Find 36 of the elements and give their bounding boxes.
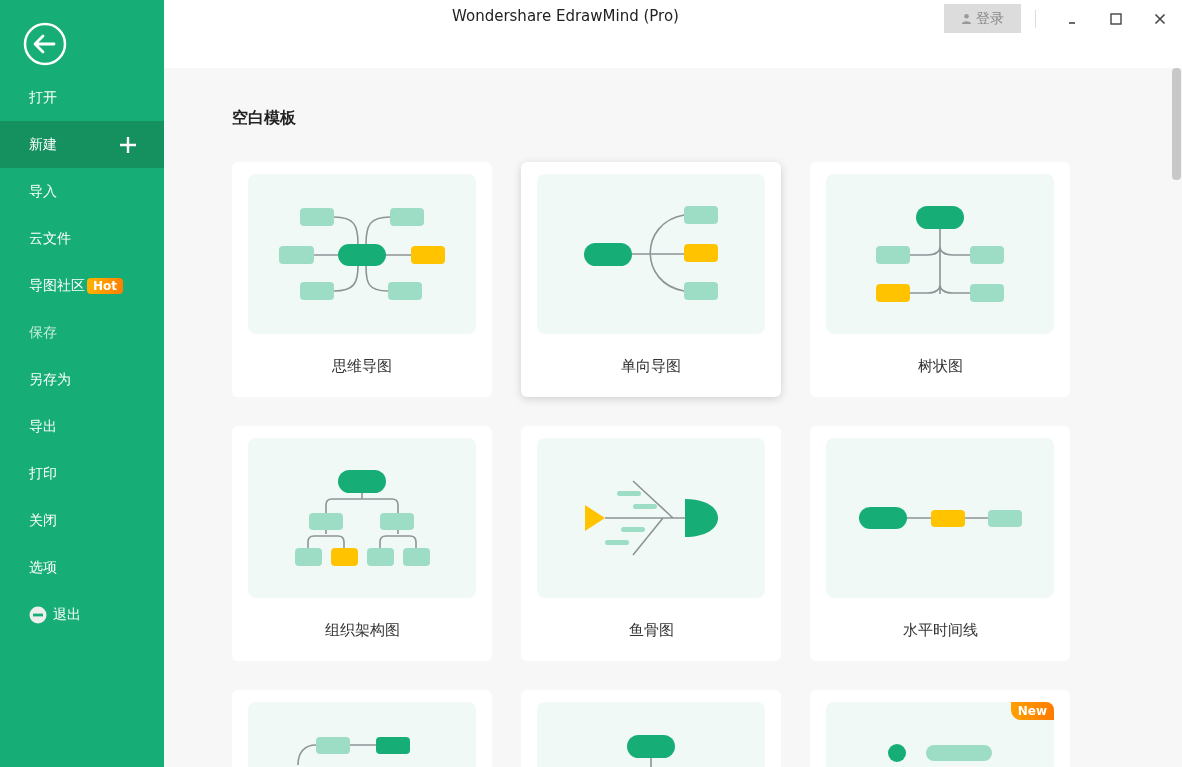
user-icon [961, 13, 972, 24]
plus-icon[interactable] [119, 135, 137, 154]
template-card[interactable]: New [810, 690, 1070, 767]
maximize-icon[interactable] [1110, 12, 1122, 25]
new-badge: New [1010, 702, 1054, 720]
sidebar-item[interactable]: 云文件 [0, 215, 164, 262]
sidebar-item[interactable]: 退出 [0, 591, 164, 638]
template-label: 单向导图 [620, 357, 682, 376]
sidebar-item[interactable]: 导图社区 Hot [0, 262, 164, 309]
sidebar-item[interactable]: 打开 [0, 74, 164, 121]
template-card[interactable]: 树状图 [810, 162, 1070, 397]
template-card[interactable]: 水平时间线 [810, 426, 1070, 661]
sidebar-item[interactable]: 另存为 [0, 356, 164, 403]
template-label: 思维导图 [331, 357, 393, 376]
sidebar-item[interactable]: 导入 [0, 168, 164, 215]
scrollbar-thumb[interactable] [1172, 68, 1181, 180]
vertical-map-drawing [627, 735, 675, 767]
hot-badge: Hot [87, 277, 124, 294]
sidebar-item[interactable]: 选项 [0, 544, 164, 591]
section-title: 空白模板 [232, 108, 297, 129]
sidebar-item[interactable]: 导出 [0, 403, 164, 450]
sidebar-item[interactable]: 关闭 [0, 497, 164, 544]
template-label: 组织架构图 [323, 621, 401, 640]
template-label: 树状图 [916, 357, 964, 376]
template-card[interactable]: 单向导图 [521, 162, 781, 397]
window-title: Wondershare EdrawMind (Pro) [452, 7, 679, 25]
close-icon[interactable] [1154, 12, 1166, 25]
login-button[interactable]: 登录 [944, 4, 1021, 33]
sidebar-item[interactable]: 新建 [0, 121, 164, 168]
template-card[interactable]: 组织架构图 [232, 426, 492, 661]
template-card[interactable]: 思维导图 [232, 162, 492, 397]
template-label: 鱼骨图 [627, 621, 675, 640]
template-card[interactable]: 鱼骨图 [521, 426, 781, 661]
minus-circle-icon [29, 605, 47, 624]
template-label: 水平时间线 [901, 621, 979, 640]
sidebar-item[interactable]: 打印 [0, 450, 164, 497]
